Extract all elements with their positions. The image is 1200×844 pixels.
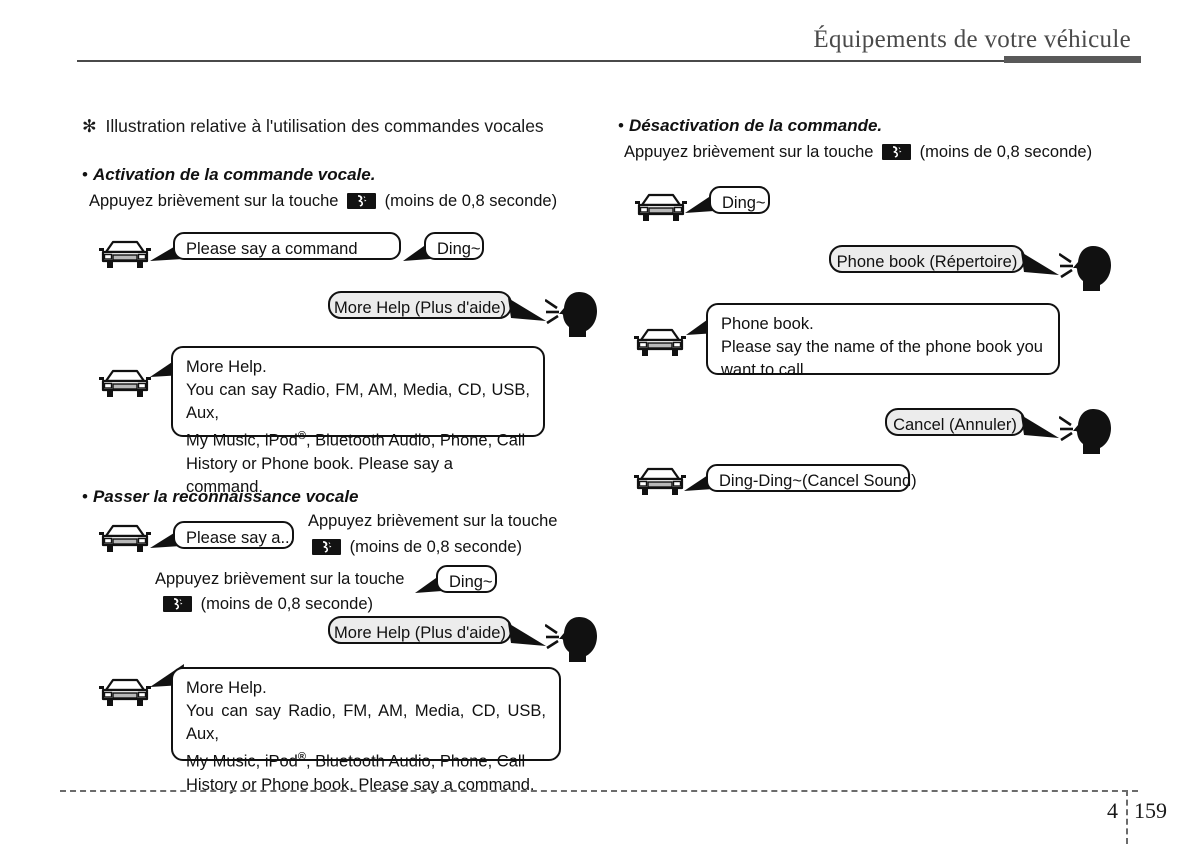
bubble-ding-ding-cancel-sound: Ding-Ding~(Cancel Sound) (706, 464, 917, 492)
skip-instruction-2-suffix: (moins de 0,8 seconde) (200, 595, 374, 613)
illustration-note-text: Illustration relative à l'utilisation de… (105, 116, 544, 136)
activation-instruction-prefix: Appuyez brièvement sur la touche (89, 192, 339, 210)
more-help-line-1: You can say Radio, FM, AM, Media, CD, US… (186, 381, 530, 422)
bubble-more-help-detail: More Help. You can say Radio, FM, AM, Me… (171, 346, 545, 496)
footer-rule-vertical (1126, 790, 1128, 844)
skip-instruction-2-prefix: Appuyez brièvement sur la touche (155, 570, 405, 588)
section-heading-skip-text: Passer la reconnaissance vocale (92, 487, 359, 506)
bubble-more-help-detail-2: More Help. You can say Radio, FM, AM, Me… (171, 667, 561, 794)
more-help-2-line-2: My Music, iPod®, Bluetooth Audio, Phone,… (186, 746, 546, 774)
bubble-please-say-a: Please say a... (173, 521, 294, 549)
speaking-head-icon (1058, 244, 1114, 297)
phone-book-line-2: want to call. (721, 361, 809, 379)
more-help-2-line-1: You can say Radio, FM, AM, Media, CD, US… (186, 702, 546, 743)
header-rule-thin (77, 60, 1005, 62)
more-help-2-line-2b: , Bluetooth Audio, Phone, Call (305, 752, 526, 771)
phone-book-title: Phone book. (721, 315, 814, 333)
deactivation-instruction-suffix: (moins de 0,8 seconde) (919, 143, 1093, 161)
bubble-tail-icon (1021, 412, 1061, 447)
car-front-icon (99, 521, 151, 560)
registered-mark: ® (297, 430, 306, 442)
bubble-ding-skip: Ding~ (436, 565, 497, 593)
more-help-line-2a: My Music, iPod (186, 431, 298, 450)
car-front-icon (99, 675, 151, 714)
bubble-more-help-user-2: More Help (Plus d'aide) (328, 616, 512, 644)
skip-instruction-1: Appuyez brièvement sur la touche (moins … (308, 509, 608, 559)
registered-mark: ® (297, 751, 306, 763)
car-front-icon (99, 237, 151, 276)
car-front-icon (635, 190, 687, 229)
header-rule-thick (1004, 56, 1141, 63)
more-help-title-2: More Help. (186, 679, 267, 697)
asterisk-icon: ✻ (82, 116, 97, 136)
voice-command-key-icon[interactable] (163, 596, 192, 612)
deactivation-instruction: Appuyez brièvement sur la touche (moins … (624, 140, 1092, 164)
car-front-icon (99, 366, 151, 405)
bullet-icon: • (618, 116, 624, 135)
section-heading-deactivation: • Désactivation de la commande. (618, 116, 882, 136)
skip-instruction-1-suffix: (moins de 0,8 seconde) (349, 538, 523, 556)
illustration-note: ✻ Illustration relative à l'utilisation … (82, 116, 544, 137)
bubble-phone-book-user: Phone book (Répertoire) (829, 245, 1025, 273)
bubble-ding: Ding~ (424, 232, 484, 260)
section-heading-skip: • Passer la reconnaissance vocale (82, 487, 359, 507)
bubble-tail-icon (1021, 249, 1061, 284)
car-front-icon (634, 325, 686, 364)
bubble-more-help-user: More Help (Plus d'aide) (328, 291, 512, 319)
section-heading-activation-text: Activation de la commande vocale. (92, 165, 376, 184)
skip-instruction-2-suffix-row: (moins de 0,8 seconde) (159, 592, 373, 616)
page-title: Équipements de votre véhicule (813, 26, 1131, 53)
footer-chapter-number: 4 (1107, 798, 1118, 823)
phone-book-line-1: Please say the name of the phone book yo… (721, 338, 1043, 356)
voice-command-key-icon[interactable] (882, 144, 912, 160)
more-help-line-2b: , Bluetooth Audio, Phone, Call (305, 431, 526, 450)
bubble-phone-book-detail: Phone book. Please say the name of the p… (706, 303, 1060, 379)
bubble-tail-icon (508, 620, 548, 655)
footer-rule (60, 790, 1138, 792)
activation-instruction-suffix: (moins de 0,8 seconde) (384, 192, 558, 210)
speaking-head-icon (1058, 407, 1114, 460)
more-help-2-line-3: History or Phone book. Please say a comm… (186, 775, 535, 794)
bubble-cancel-user: Cancel (Annuler) (885, 408, 1025, 436)
deactivation-instruction-prefix: Appuyez brièvement sur la touche (624, 143, 874, 161)
more-help-title: More Help. (186, 358, 267, 376)
bullet-icon: • (82, 487, 88, 506)
more-help-2-line-2a: My Music, iPod (186, 752, 298, 771)
section-heading-deactivation-text: Désactivation de la commande. (628, 116, 883, 135)
more-help-line-2: My Music, iPod®, Bluetooth Audio, Phone,… (186, 425, 530, 453)
voice-command-key-icon[interactable] (312, 539, 341, 555)
car-front-icon (634, 464, 686, 503)
activation-instruction: Appuyez brièvement sur la touche (moins … (89, 189, 557, 213)
speaking-head-icon (544, 290, 600, 343)
skip-instruction-1-prefix: Appuyez brièvement sur la touche (308, 512, 558, 530)
bubble-please-say-a-command: Please say a command (173, 232, 401, 260)
voice-command-key-icon[interactable] (347, 193, 377, 209)
section-heading-activation: • Activation de la commande vocale. (82, 165, 375, 185)
bubble-tail-icon (508, 295, 548, 330)
speaking-head-icon (544, 615, 600, 668)
bullet-icon: • (82, 165, 88, 184)
footer-page-number: 159 (1134, 798, 1167, 823)
bubble-ding-deactivation: Ding~ (709, 186, 770, 214)
